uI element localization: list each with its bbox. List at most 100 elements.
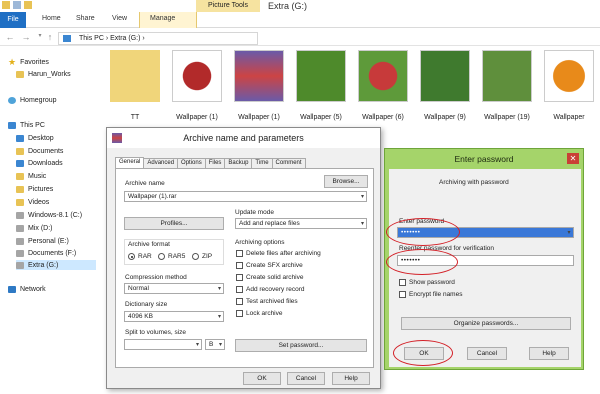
- forward-arrow-icon[interactable]: →: [20, 32, 32, 44]
- archive-name-label: Archive name: [125, 180, 165, 187]
- pictures-icon: [16, 185, 24, 193]
- dialog-title-text: Archive name and parameters: [183, 133, 304, 143]
- option-recovery-record[interactable]: Add recovery record: [236, 286, 305, 293]
- option-label: Test archived files: [246, 298, 298, 305]
- tab-advanced[interactable]: Advanced: [143, 158, 179, 168]
- file-caption: Wallpaper (6): [362, 114, 404, 121]
- nav-pictures[interactable]: Pictures: [16, 184, 53, 194]
- tab-options[interactable]: Options: [177, 158, 206, 168]
- address-path[interactable]: This PC › Extra (G:) ›: [58, 32, 258, 45]
- profiles-button[interactable]: Profiles...: [124, 217, 224, 230]
- option-delete-files[interactable]: Delete files after archiving: [236, 250, 321, 257]
- file-item[interactable]: Wallpaper (6): [356, 50, 410, 122]
- new-folder-icon[interactable]: [24, 1, 32, 9]
- nav-videos[interactable]: Videos: [16, 197, 49, 207]
- dictionary-select[interactable]: 4096 KB: [124, 311, 224, 322]
- radio-rar[interactable]: RAR: [128, 253, 152, 260]
- nav-label: Mix (D:): [28, 224, 53, 232]
- nav-desktop[interactable]: Desktop: [16, 133, 54, 143]
- tab-view[interactable]: View: [112, 15, 127, 22]
- archive-tabs: General Advanced Options Files Backup Ti…: [115, 157, 306, 168]
- nav-drive-c[interactable]: Windows-8.1 (C:): [16, 210, 82, 220]
- file-item[interactable]: Wallpaper (9): [418, 50, 472, 122]
- radio-zip[interactable]: ZIP: [192, 253, 212, 260]
- nav-label: Network: [20, 285, 46, 293]
- option-label: Lock archive: [246, 310, 283, 317]
- radio-rar5[interactable]: RAR5: [158, 253, 185, 260]
- navigation-pane: ★ Favorites Harun_Works Homegroup This PC…: [0, 50, 100, 394]
- file-item[interactable]: Wallpaper (1): [170, 50, 224, 122]
- option-solid-archive[interactable]: Create solid archive: [236, 274, 303, 281]
- nav-network[interactable]: Network: [8, 284, 46, 294]
- radio-label: ZIP: [202, 253, 213, 260]
- folder-icon[interactable]: [2, 1, 10, 9]
- file-caption: TT: [130, 114, 140, 121]
- nav-label: Documents: [28, 147, 64, 155]
- tab-time[interactable]: Time: [251, 158, 273, 168]
- split-unit-select[interactable]: B: [205, 339, 225, 350]
- show-password-checkbox[interactable]: Show password: [399, 279, 455, 286]
- address-text: This PC › Extra (G:) ›: [79, 35, 145, 42]
- help-button[interactable]: Help: [529, 347, 569, 360]
- file-item[interactable]: TT: [108, 50, 162, 122]
- split-label: Split to volumes, size: [125, 329, 187, 336]
- nav-drive-e[interactable]: Personal (E:): [16, 236, 69, 246]
- cancel-button[interactable]: Cancel: [287, 372, 325, 385]
- nav-homegroup[interactable]: Homegroup: [8, 95, 57, 105]
- option-create-sfx[interactable]: Create SFX archive: [236, 262, 303, 269]
- archive-name-field[interactable]: Wallpaper (1).rar: [124, 191, 367, 202]
- ok-button[interactable]: OK: [243, 372, 281, 385]
- tab-home[interactable]: Home: [42, 15, 61, 22]
- nav-music[interactable]: Music: [16, 171, 46, 181]
- folder-icon: [110, 50, 160, 102]
- cancel-button[interactable]: Cancel: [467, 347, 507, 360]
- tab-files[interactable]: Files: [204, 158, 226, 168]
- nav-this-pc[interactable]: This PC: [8, 120, 45, 130]
- split-size-field[interactable]: [124, 339, 202, 350]
- nav-harun-works[interactable]: Harun_Works: [16, 69, 71, 79]
- nav-drive-g[interactable]: Extra (G:): [16, 260, 96, 270]
- quick-access-toolbar: [2, 1, 32, 9]
- nav-documents[interactable]: Documents: [16, 146, 63, 156]
- nav-downloads[interactable]: Downloads: [16, 158, 63, 168]
- file-item[interactable]: Wallpaper: [542, 50, 596, 122]
- pc-icon: [63, 35, 71, 42]
- organize-passwords-button[interactable]: Organize passwords...: [401, 317, 571, 330]
- tab-manage[interactable]: Manage: [139, 12, 197, 28]
- compression-select[interactable]: Normal: [124, 283, 224, 294]
- nav-drive-d[interactable]: Mix (D:): [16, 223, 53, 233]
- checkbox-label: Encrypt file names: [409, 291, 463, 298]
- up-arrow-icon[interactable]: ↑: [44, 32, 56, 44]
- radio-icon: [128, 253, 135, 260]
- checkbox-icon: [236, 310, 243, 317]
- nav-favorites[interactable]: ★ Favorites: [8, 57, 49, 67]
- radio-icon: [192, 253, 199, 260]
- nav-label: Downloads: [28, 159, 63, 167]
- tab-comment[interactable]: Comment: [271, 158, 306, 168]
- tab-file[interactable]: File: [0, 12, 26, 28]
- close-icon[interactable]: ✕: [567, 153, 579, 164]
- drive-icon: [16, 224, 24, 232]
- set-password-button[interactable]: Set password...: [235, 339, 367, 352]
- back-arrow-icon[interactable]: ←: [4, 32, 16, 44]
- tab-general[interactable]: General: [115, 157, 145, 168]
- file-item[interactable]: Wallpaper (5): [294, 50, 348, 122]
- properties-icon[interactable]: [13, 1, 21, 9]
- browse-button[interactable]: Browse...: [324, 175, 368, 188]
- tab-backup[interactable]: Backup: [224, 158, 253, 168]
- nav-label: Desktop: [28, 134, 54, 142]
- archiving-options-label: Archiving options: [235, 239, 285, 246]
- image-thumbnail: [420, 50, 470, 102]
- update-mode-select[interactable]: Add and replace files: [235, 218, 367, 229]
- file-caption: Wallpaper (9): [424, 114, 466, 121]
- option-test-files[interactable]: Test archived files: [236, 298, 298, 305]
- option-label: Add recovery record: [246, 286, 305, 293]
- file-item[interactable]: Wallpaper (19): [480, 50, 534, 122]
- nav-drive-f[interactable]: Documents (F:): [16, 248, 76, 258]
- encrypt-file-names-checkbox[interactable]: Encrypt file names: [399, 291, 462, 298]
- help-button[interactable]: Help: [332, 372, 370, 385]
- option-lock-archive[interactable]: Lock archive: [236, 310, 283, 317]
- file-item[interactable]: Wallpaper (1): [232, 50, 286, 122]
- tab-share[interactable]: Share: [76, 15, 95, 22]
- checkbox-icon: [236, 274, 243, 281]
